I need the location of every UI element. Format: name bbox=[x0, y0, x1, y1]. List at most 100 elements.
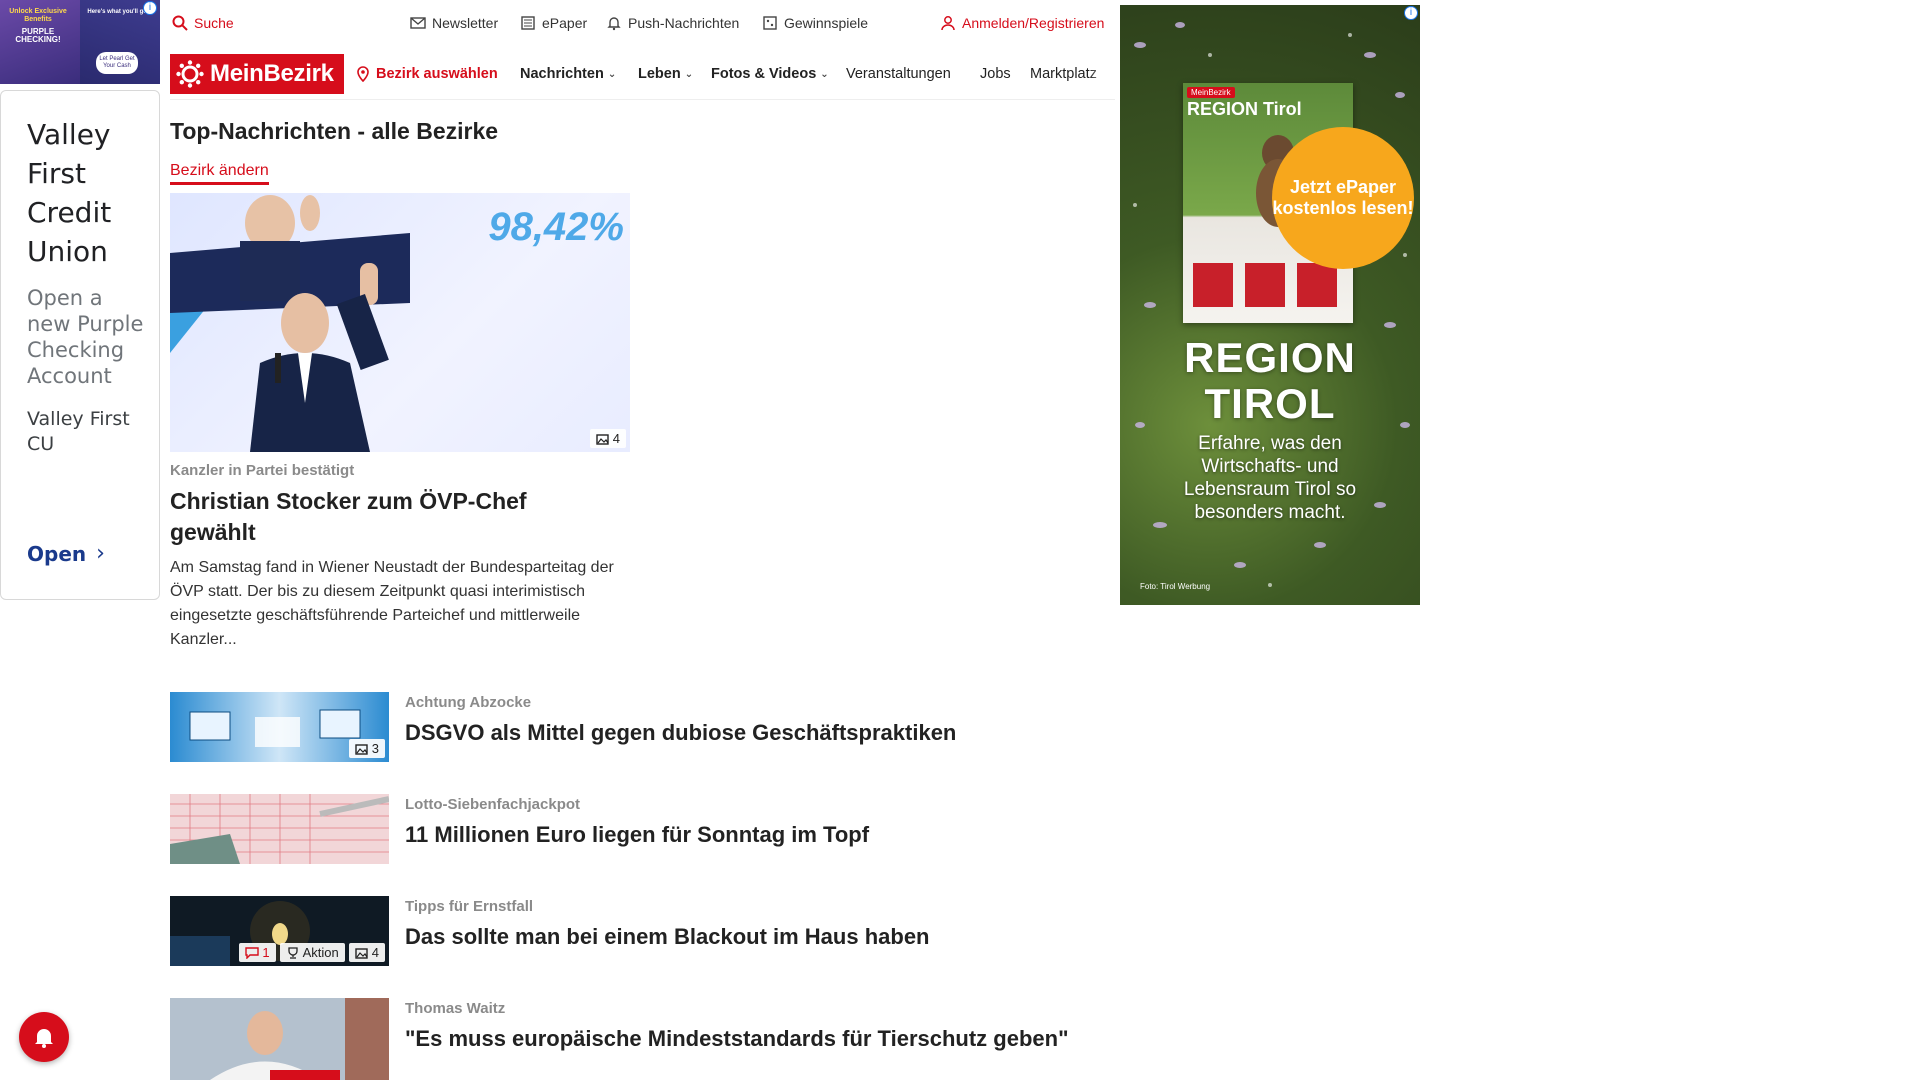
hero-title[interactable]: Christian Stocker zum ÖVP-Chef gewählt bbox=[170, 486, 590, 548]
article-kicker: Thomas Waitz bbox=[405, 1000, 506, 1017]
gewinnspiele-link[interactable]: Gewinnspiele bbox=[762, 10, 868, 36]
notification-bell-button[interactable] bbox=[19, 1012, 69, 1062]
site-logo[interactable]: MeinBezirk bbox=[170, 54, 344, 94]
ad-subline: Erfahre, was den Wirtschafts- und Lebens… bbox=[1183, 433, 1357, 523]
comment-count[interactable]: 1 bbox=[239, 943, 276, 962]
chevron-down-icon: ⌄ bbox=[820, 68, 829, 80]
location-pin-icon bbox=[357, 66, 369, 82]
chevron-right-icon: › bbox=[96, 541, 105, 566]
photo-count-label: 4 bbox=[371, 945, 379, 960]
bezirk-select-label: Bezirk auswählen bbox=[376, 66, 498, 82]
ad-headline: REGION TIROL bbox=[1120, 335, 1420, 427]
nav-label: Leben bbox=[638, 66, 681, 82]
chevron-down-icon: ⌄ bbox=[607, 68, 617, 80]
ad-photo-credit: Foto: Tirol Werbung bbox=[1140, 582, 1211, 591]
ad-headline-line1: REGION bbox=[1184, 334, 1356, 381]
login-label: Anmelden/Registrieren bbox=[962, 15, 1105, 31]
article-photo bbox=[170, 998, 389, 1080]
photo-count: 3 bbox=[348, 739, 385, 758]
login-link[interactable]: Anmelden/Registrieren bbox=[940, 10, 1104, 36]
nav-leben[interactable]: Leben ⌄ bbox=[638, 54, 693, 94]
article-thumbnail[interactable] bbox=[170, 998, 389, 1080]
hero-image[interactable]: 98,42% 4 bbox=[170, 193, 630, 452]
main-nav: MeinBezirk Bezirk auswählen Nachrichten ⌄… bbox=[170, 54, 1115, 100]
article-photo bbox=[170, 794, 389, 864]
hero-image-percentage: 98,42% bbox=[488, 205, 624, 249]
nav-nachrichten[interactable]: Nachrichten ⌄ bbox=[520, 54, 616, 94]
section-title: Top-Nachrichten - alle Bezirke bbox=[170, 118, 499, 144]
gift-icon bbox=[763, 16, 777, 30]
ad-open-button[interactable]: Open › bbox=[27, 541, 105, 566]
article-kicker: Lotto-Siebenfachjackpot bbox=[405, 796, 581, 813]
push-label: Push-Nachrichten bbox=[628, 15, 740, 31]
article-item[interactable]: 3 Achtung Abzocke DSGVO als Mittel gegen… bbox=[170, 692, 1110, 762]
newsletter-link[interactable]: Newsletter bbox=[410, 10, 498, 36]
epaper-link[interactable]: ePaper bbox=[520, 10, 587, 36]
ad-title[interactable]: Valley First Credit Union bbox=[27, 115, 147, 271]
change-bezirk-link[interactable]: Bezirk ändern bbox=[170, 162, 269, 185]
nav-fotos-videos[interactable]: Fotos & Videos ⌄ bbox=[711, 54, 829, 94]
article-item[interactable]: Thomas Waitz "Es muss europäische Mindes… bbox=[170, 998, 1110, 1080]
chevron-down-icon: ⌄ bbox=[684, 68, 694, 80]
ad-advertiser: Valley First CU bbox=[27, 408, 130, 455]
ad-banner-subline: Here's what you'll get bbox=[87, 9, 149, 15]
hero-teaser: Am Samstag fand in Wiener Neustadt der B… bbox=[170, 559, 614, 648]
article-thumbnail[interactable]: 3 bbox=[170, 692, 389, 762]
bezirk-select-button[interactable]: Bezirk auswählen bbox=[356, 54, 498, 94]
logo-sun-icon bbox=[176, 60, 204, 88]
photo-count: 4 bbox=[348, 943, 385, 962]
hero-photo-count: 4 bbox=[589, 429, 626, 448]
search-label: Suche bbox=[194, 15, 234, 31]
images-icon bbox=[355, 743, 368, 755]
ad-headline-line2: TIROL bbox=[1204, 380, 1336, 427]
article-kicker: Achtung Abzocke bbox=[405, 694, 532, 711]
trophy-icon bbox=[287, 946, 298, 959]
nav-veranstaltungen[interactable]: Veranstaltungen bbox=[846, 54, 951, 94]
images-icon bbox=[355, 947, 368, 959]
bell-icon bbox=[35, 1029, 53, 1048]
thumbnail-badges: 3 bbox=[348, 739, 385, 758]
user-icon bbox=[941, 16, 955, 31]
nav-jobs[interactable]: Jobs bbox=[980, 54, 1011, 94]
nav-label: Nachrichten bbox=[520, 66, 604, 82]
nav-label: Fotos & Videos bbox=[711, 66, 817, 82]
left-text-ad[interactable]: Valley First Credit Union Open a new Pur… bbox=[0, 90, 160, 600]
article-title[interactable]: Das sollte man bei einem Blackout im Hau… bbox=[405, 922, 1105, 952]
ad-banner-headline: Unlock Exclusive Benefits bbox=[9, 8, 67, 23]
nav-marktplatz[interactable]: Marktplatz bbox=[1030, 54, 1114, 94]
aktion-badge: Aktion bbox=[279, 943, 345, 962]
photo-count-label: 4 bbox=[612, 431, 620, 446]
aktion-label: Aktion bbox=[302, 945, 339, 960]
nav-label: Veranstaltungen bbox=[846, 66, 951, 82]
ad-open-label: Open bbox=[27, 541, 87, 566]
push-link[interactable]: Push-Nachrichten bbox=[606, 10, 739, 36]
thumbnail-badges: 1 Aktion 4 bbox=[239, 943, 385, 962]
images-icon bbox=[596, 433, 609, 445]
ad-banner-badge: Let Pearl Get Your Cash bbox=[96, 52, 138, 74]
article-title[interactable]: 11 Millionen Euro liegen für Sonntag im … bbox=[405, 820, 1105, 850]
left-ad-banner[interactable]: Unlock Exclusive Benefits Here's what yo… bbox=[0, 0, 160, 84]
ad-info-icon[interactable]: i bbox=[1404, 6, 1418, 20]
epaper-label: ePaper bbox=[542, 15, 588, 31]
article-item[interactable]: 1 Aktion 4 Tipps für Ernstfall Das sollt… bbox=[170, 896, 1110, 966]
comment-count-label: 1 bbox=[262, 945, 270, 960]
hero-kicker: Kanzler in Partei bestätigt bbox=[170, 462, 355, 479]
right-ad[interactable]: MeinBezirk REGION Tirol Jetzt ePaper kos… bbox=[1120, 5, 1420, 605]
search-link[interactable]: Suche bbox=[172, 10, 234, 36]
mail-icon bbox=[410, 17, 426, 29]
article-title[interactable]: "Es muss europäische Mindeststandards fü… bbox=[405, 1024, 1105, 1054]
nav-label: Jobs bbox=[980, 66, 1011, 82]
article-item[interactable]: Lotto-Siebenfachjackpot 11 Millionen Eur… bbox=[170, 794, 1110, 864]
newspaper-icon bbox=[521, 16, 535, 30]
ad-cta-circle[interactable]: Jetzt ePaper kostenlos lesen! bbox=[1272, 127, 1414, 269]
ad-info-icon[interactable]: i bbox=[143, 1, 157, 15]
bell-icon bbox=[607, 17, 621, 31]
ad-banner-product: PURPLE CHECKING! bbox=[15, 27, 61, 44]
article-title[interactable]: DSGVO als Mittel gegen dubiose Geschäfts… bbox=[405, 718, 1105, 748]
article-thumbnail[interactable] bbox=[170, 794, 389, 864]
article-thumbnail[interactable]: 1 Aktion 4 bbox=[170, 896, 389, 966]
photo-count-label: 3 bbox=[371, 741, 379, 756]
utility-bar: Suche Newsletter ePaper Push-Nachrichten… bbox=[170, 10, 1115, 36]
ad-description: Open a new Purple Checking Account bbox=[27, 286, 144, 388]
logo-text: MeinBezirk bbox=[210, 60, 334, 87]
